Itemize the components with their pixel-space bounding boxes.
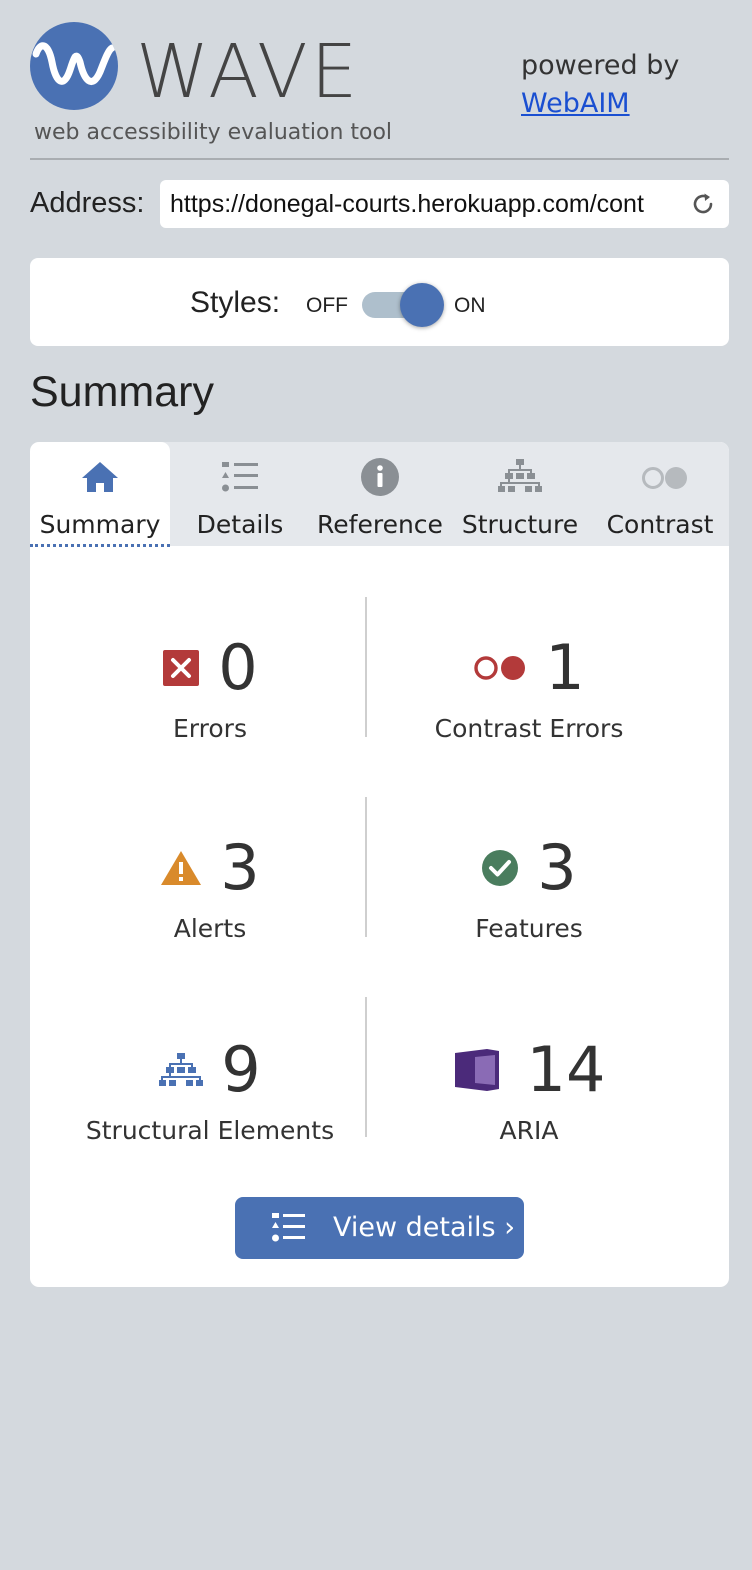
- wave-logo-icon: [30, 22, 118, 110]
- structural-elements-count: 9: [221, 1033, 261, 1106]
- tab-reference-label: Reference: [317, 510, 443, 539]
- features-count: 3: [537, 831, 577, 904]
- styles-label: Styles:: [190, 286, 281, 319]
- features-label: Features: [475, 914, 583, 943]
- address-label: Address:: [30, 187, 145, 219]
- contrast-error-icon: [474, 656, 526, 680]
- contrast-errors-stat[interactable]: 1 Contrast Errors: [369, 632, 689, 782]
- tab-summary[interactable]: Summary: [30, 442, 170, 547]
- aria-label: ARIA: [499, 1116, 559, 1145]
- errors-count: 0: [218, 631, 258, 704]
- errors-stat[interactable]: 0 Errors: [50, 632, 370, 782]
- aria-icon: [454, 1049, 499, 1091]
- errors-label: Errors: [173, 714, 247, 743]
- alerts-stat[interactable]: 3 Alerts: [50, 832, 370, 982]
- wave-sidebar: WAVE web accessibility evaluation tool p…: [0, 0, 752, 1570]
- tab-contrast[interactable]: Contrast: [590, 442, 729, 546]
- summary-card: Summary Details Reference Structure Cont…: [30, 442, 729, 1287]
- aria-count: 14: [526, 1033, 606, 1106]
- logo-tagline: web accessibility evaluation tool: [34, 120, 393, 145]
- address-input[interactable]: [170, 180, 675, 228]
- tab-contrast-label: Contrast: [606, 510, 714, 539]
- address-bar: [160, 180, 729, 228]
- tab-reference[interactable]: Reference: [310, 442, 450, 546]
- list-icon: [272, 1213, 305, 1242]
- structural-elements-label: Structural Elements: [85, 1116, 335, 1145]
- list-icon: [218, 456, 262, 496]
- contrast-icon: [638, 456, 687, 496]
- info-icon: [358, 456, 402, 496]
- styles-toggle[interactable]: [360, 283, 444, 327]
- tab-structure-label: Structure: [461, 510, 579, 539]
- tab-structure[interactable]: Structure: [450, 442, 590, 546]
- reload-icon[interactable]: [689, 190, 717, 218]
- powered-by-text: powered by: [521, 50, 680, 81]
- contrast-errors-count: 1: [545, 631, 585, 704]
- feature-check-icon: [482, 850, 519, 886]
- toggle-knob[interactable]: [400, 283, 444, 327]
- logo-wordmark: WAVE: [136, 29, 361, 115]
- tab-details-label: Details: [196, 510, 284, 539]
- aria-stat[interactable]: 14 ARIA: [369, 1034, 689, 1184]
- alerts-count: 3: [220, 831, 260, 904]
- summary-heading: Summary: [30, 368, 214, 416]
- tab-bar: Summary Details Reference Structure Cont…: [30, 442, 729, 547]
- divider: [365, 597, 367, 737]
- alerts-label: Alerts: [173, 914, 247, 943]
- styles-on-label: ON: [454, 294, 486, 317]
- divider: [365, 797, 367, 937]
- features-stat[interactable]: 3 Features: [369, 832, 689, 982]
- contrast-errors-label: Contrast Errors: [434, 714, 624, 743]
- view-details-label: View details ›: [333, 1212, 515, 1243]
- styles-panel: Styles: OFF ON: [30, 258, 729, 346]
- structure-icon: [159, 1053, 204, 1086]
- tab-summary-label: Summary: [30, 508, 170, 547]
- home-icon: [78, 456, 122, 496]
- error-icon: [163, 650, 200, 686]
- hierarchy-icon: [498, 456, 542, 496]
- header: WAVE web accessibility evaluation tool p…: [30, 20, 729, 160]
- webaim-link[interactable]: WebAIM: [521, 88, 630, 119]
- alert-icon: [161, 851, 202, 885]
- view-details-button[interactable]: View details ›: [235, 1197, 524, 1259]
- tab-details[interactable]: Details: [170, 442, 310, 546]
- styles-off-label: OFF: [306, 294, 348, 317]
- divider: [365, 997, 367, 1137]
- structural-elements-stat[interactable]: 9 Structural Elements: [50, 1034, 370, 1184]
